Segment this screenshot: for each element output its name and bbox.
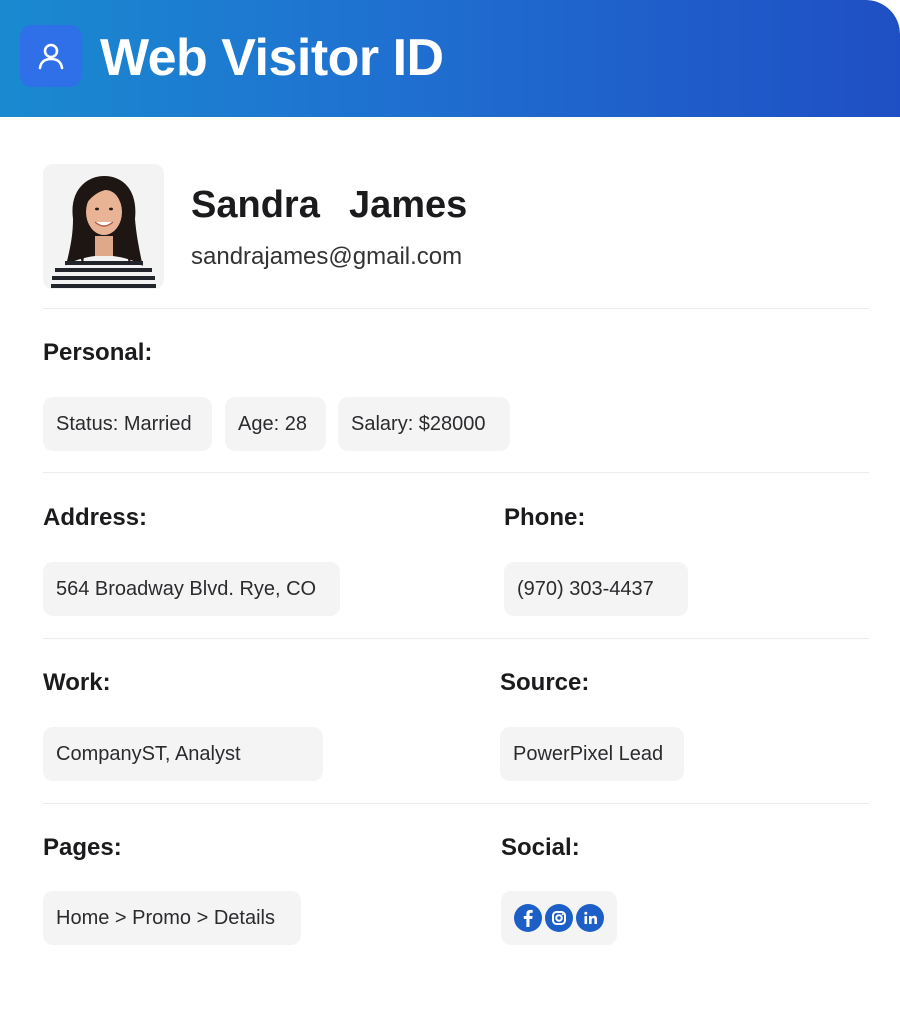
- pages-label: Pages:: [43, 834, 122, 861]
- address-value: 564 Broadway Blvd. Rye, CO: [43, 562, 340, 616]
- avatar: [43, 164, 164, 289]
- social-label: Social:: [501, 834, 580, 861]
- header-bar: Web Visitor ID: [0, 0, 900, 117]
- divider: [43, 308, 869, 309]
- phone-label: Phone:: [504, 504, 586, 531]
- age-chip: Age: 28: [225, 397, 326, 451]
- source-label: Source:: [500, 669, 590, 696]
- phone-value: (970) 303-4437: [504, 562, 688, 616]
- page-title: Web Visitor ID: [100, 29, 444, 87]
- visitor-card: Web Visitor ID Sandra James sandrajames@…: [0, 0, 900, 1017]
- salary-chip: Salary: $28000: [338, 397, 510, 451]
- status-chip: Status: Married: [43, 397, 212, 451]
- work-value: CompanyST, Analyst: [43, 727, 323, 781]
- linkedin-icon[interactable]: [576, 904, 604, 932]
- divider: [43, 638, 869, 639]
- user-icon: [20, 25, 82, 87]
- visitor-email: sandrajames@gmail.com: [191, 243, 463, 270]
- facebook-icon[interactable]: [514, 904, 542, 932]
- work-label: Work:: [43, 669, 111, 696]
- source-value: PowerPixel Lead: [500, 727, 684, 781]
- instagram-icon[interactable]: [545, 904, 573, 932]
- social-links: [501, 891, 617, 945]
- address-label: Address:: [43, 504, 148, 531]
- visitor-name: Sandra James: [191, 184, 468, 226]
- pages-value: Home > Promo > Details: [43, 891, 301, 945]
- divider: [43, 472, 869, 473]
- personal-label: Personal:: [43, 339, 153, 366]
- divider: [43, 803, 869, 804]
